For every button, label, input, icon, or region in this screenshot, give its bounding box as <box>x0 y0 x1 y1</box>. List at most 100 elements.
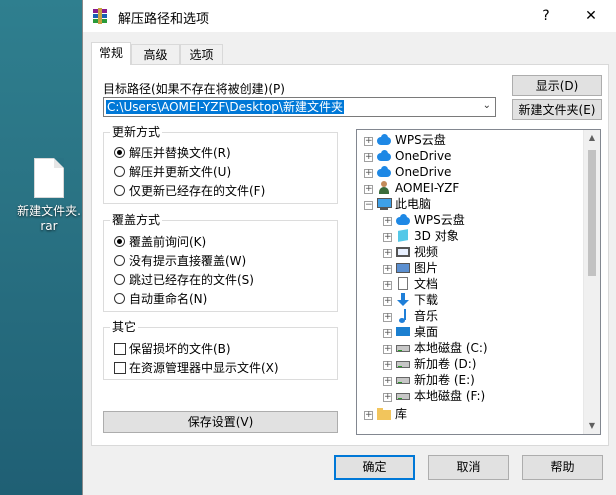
tree-item-label: 本地磁盘 (C:) <box>414 341 488 355</box>
scroll-up-icon[interactable]: ▲ <box>584 130 600 146</box>
expand-icon[interactable]: + <box>364 411 373 420</box>
onedrive-icon <box>376 165 392 178</box>
winrar-icon <box>93 8 107 24</box>
expand-icon[interactable]: + <box>383 361 392 370</box>
expand-icon[interactable]: + <box>383 281 392 290</box>
tree-item-label: 3D 对象 <box>414 229 459 243</box>
drive-icon <box>395 389 411 402</box>
radio-label: 跳过已经存在的文件(S) <box>129 273 254 287</box>
close-button[interactable]: ✕ <box>569 0 613 32</box>
help-title-button[interactable]: ? <box>524 0 568 32</box>
radio-extract-update[interactable]: 解压并更新文件(U) <box>114 164 231 180</box>
radio-label: 解压并替换文件(R) <box>129 146 231 160</box>
tree-item-drive-d[interactable]: + 新加卷 (D:) <box>383 356 476 372</box>
checkbox-show-in-explorer[interactable]: 在资源管理器中显示文件(X) <box>114 360 279 376</box>
radio-icon <box>114 236 125 247</box>
update-mode-group: 更新方式 解压并替换文件(R) 解压并更新文件(U) 仅更新已经存在的文件(F) <box>103 125 338 204</box>
expand-icon[interactable]: + <box>364 169 373 178</box>
expand-icon[interactable]: + <box>383 313 392 322</box>
tree-item-label: 桌面 <box>414 325 439 339</box>
radio-icon <box>114 166 125 177</box>
expand-icon[interactable]: + <box>383 297 392 306</box>
misc-title: 其它 <box>110 320 139 334</box>
expand-icon[interactable]: + <box>383 233 392 242</box>
chevron-down-icon[interactable]: ⌄ <box>483 100 491 111</box>
expand-icon[interactable]: + <box>383 393 392 402</box>
tree-item-drive-e[interactable]: + 新加卷 (E:) <box>383 372 475 388</box>
tree-item-label: 图片 <box>414 261 439 275</box>
tree-item-3d-objects[interactable]: +3D 对象 <box>383 228 459 244</box>
target-path-value: C:\Users\AOMEI-YZF\Desktop\新建文件夹 <box>106 100 344 114</box>
folder-tree[interactable]: + WPS云盘 + OneDrive + OneDrive + AOMEI-YZF − 此… <box>356 129 601 435</box>
ok-button[interactable]: 确定 <box>334 455 415 480</box>
radio-skip-existing[interactable]: 跳过已经存在的文件(S) <box>114 272 254 288</box>
tree-item-drive-f[interactable]: + 本地磁盘 (F:) <box>383 388 485 404</box>
tree-scrollbar[interactable]: ▲ ▼ <box>583 130 600 434</box>
tree-item-downloads[interactable]: + 下载 <box>383 292 438 308</box>
expand-icon[interactable]: + <box>383 345 392 354</box>
expand-icon[interactable]: + <box>383 377 392 386</box>
general-panel: 目标路径(如果不存在将被创建)(P) 显示(D) 新建文件夹(E) C:\Use… <box>91 64 609 446</box>
tree-item-wps-cloud-pc[interactable]: + WPS云盘 <box>383 212 465 228</box>
help-button[interactable]: 帮助 <box>522 455 603 480</box>
checkbox-label: 保留损坏的文件(B) <box>129 342 231 356</box>
tab-options[interactable]: 选项 <box>180 44 223 64</box>
expand-icon[interactable]: + <box>383 329 392 338</box>
radio-overwrite-silent[interactable]: 没有提示直接覆盖(W) <box>114 253 246 269</box>
checkbox-icon <box>114 362 126 374</box>
misc-group: 其它 保留损坏的文件(B) 在资源管理器中显示文件(X) <box>103 320 338 380</box>
expand-icon[interactable]: + <box>364 137 373 146</box>
documents-icon <box>395 277 411 290</box>
expand-icon[interactable]: + <box>383 249 392 258</box>
save-settings-button[interactable]: 保存设置(V) <box>103 411 338 433</box>
tree-item-music[interactable]: + 音乐 <box>383 308 438 324</box>
new-folder-button[interactable]: 新建文件夹(E) <box>512 99 602 120</box>
tree-item-wps-cloud[interactable]: + WPS云盘 <box>364 132 446 148</box>
tab-advanced[interactable]: 高级 <box>131 44 180 64</box>
expand-icon[interactable]: + <box>364 153 373 162</box>
scroll-thumb[interactable] <box>588 150 596 276</box>
radio-label: 解压并更新文件(U) <box>129 165 232 179</box>
tree-item-user[interactable]: + AOMEI-YZF <box>364 180 459 196</box>
target-path-combo[interactable]: C:\Users\AOMEI-YZF\Desktop\新建文件夹 ⌄ <box>103 97 496 117</box>
desktop-file-rar[interactable]: 新建文件夹. rar <box>16 158 82 234</box>
download-icon <box>395 293 411 306</box>
cancel-button[interactable]: 取消 <box>428 455 509 480</box>
expand-icon[interactable]: + <box>383 217 392 226</box>
tree-item-videos[interactable]: + 视频 <box>383 244 438 260</box>
radio-label: 没有提示直接覆盖(W) <box>129 254 247 268</box>
expand-icon[interactable]: + <box>364 185 373 194</box>
scroll-down-icon[interactable]: ▼ <box>584 418 600 434</box>
collapse-icon[interactable]: − <box>364 201 373 210</box>
tree-item-label: 库 <box>395 407 408 421</box>
radio-extract-replace[interactable]: 解压并替换文件(R) <box>114 145 231 161</box>
show-button[interactable]: 显示(D) <box>512 75 602 96</box>
tree-item-label: WPS云盘 <box>395 133 446 147</box>
tree-item-desktop[interactable]: + 桌面 <box>383 324 438 340</box>
checkbox-label: 在资源管理器中显示文件(X) <box>129 361 279 375</box>
drive-icon <box>395 373 411 386</box>
tree-item-this-pc[interactable]: − 此电脑 <box>364 196 431 212</box>
library-icon <box>376 407 392 420</box>
tree-item-drive-c[interactable]: + 本地磁盘 (C:) <box>383 340 488 356</box>
tree-item-onedrive-2[interactable]: + OneDrive <box>364 164 451 180</box>
tab-general[interactable]: 常规 <box>91 42 131 65</box>
cloud-icon <box>395 213 411 226</box>
expand-icon[interactable]: + <box>383 265 392 274</box>
tree-item-documents[interactable]: + 文档 <box>383 276 438 292</box>
3d-objects-icon <box>395 229 411 242</box>
checkbox-icon <box>114 343 126 355</box>
radio-auto-rename[interactable]: 自动重命名(N) <box>114 291 207 307</box>
computer-icon <box>376 197 392 210</box>
tree-item-label: 此电脑 <box>395 197 432 211</box>
tree-item-pictures[interactable]: + 图片 <box>383 260 438 276</box>
radio-label: 自动重命名(N) <box>129 292 208 306</box>
checkbox-keep-broken[interactable]: 保留损坏的文件(B) <box>114 341 231 357</box>
radio-ask-before[interactable]: 覆盖前询问(K) <box>114 234 206 250</box>
extract-dialog: 解压路径和选项 ? ✕ 常规 高级 选项 目标路径(如果不存在将被创建)(P) … <box>82 0 616 495</box>
tree-item-onedrive-1[interactable]: + OneDrive <box>364 148 451 164</box>
radio-icon <box>114 147 125 158</box>
tree-item-library[interactable]: + 库 <box>364 406 407 422</box>
cloud-icon <box>376 133 392 146</box>
radio-update-existing[interactable]: 仅更新已经存在的文件(F) <box>114 183 265 199</box>
